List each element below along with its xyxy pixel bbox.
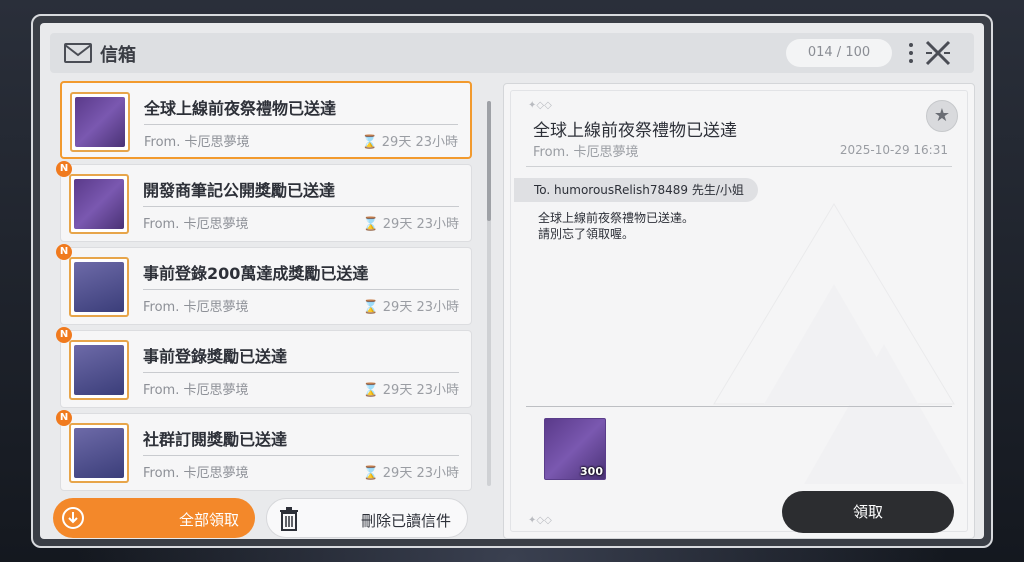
mail-thumbnail [69, 257, 129, 317]
supply-box-icon [74, 262, 124, 312]
mail-thumbnail [70, 92, 130, 152]
mail-expiry: ⌛ 29天 23小時 [362, 217, 459, 232]
mail-detail-title: 全球上線前夜祭禮物已送達 [533, 121, 737, 141]
mail-body-line: 全球上線前夜祭禮物已送達。 [538, 211, 695, 225]
supply-box-icon [74, 345, 124, 395]
mailbox-header: 信箱 014 / 100 [50, 33, 974, 73]
divider [526, 406, 952, 407]
scrollbar-thumb[interactable] [487, 101, 491, 221]
divider [526, 166, 952, 167]
mail-body: 全球上線前夜祭禮物已送達。 請別忘了領取喔。 [538, 210, 694, 242]
page-title: 信箱 [100, 45, 136, 66]
mail-thumbnail [69, 174, 129, 234]
mail-body-line: 請別忘了領取喔。 [538, 227, 635, 241]
mail-sender: From. 卡厄思夢境 [143, 466, 249, 481]
background-pattern [713, 203, 964, 484]
trash-icon [280, 507, 298, 531]
mail-count-badge: 014 / 100 [786, 39, 892, 67]
decoration: ✦◇◇ [528, 100, 552, 111]
close-icon[interactable] [924, 39, 952, 67]
mail-expiry-text: 29天 23小時 [382, 217, 459, 232]
mail-title: 開發商筆記公開獎勵已送達 [143, 181, 336, 200]
mail-expiry-text: 29天 23小時 [382, 300, 459, 315]
download-icon [62, 507, 84, 529]
divider [144, 124, 458, 125]
mail-list: 全球上線前夜祭禮物已送達 From. 卡厄思夢境 ⌛ 29天 23小時 N 開發… [55, 81, 473, 491]
decoration: ✦◇◇ [528, 515, 552, 526]
reward-quantity: 300 [580, 465, 603, 478]
mail-list-item[interactable]: N 開發商筆記公開獎勵已送達 From. 卡厄思夢境 ⌛ 29天 23小時 [56, 161, 472, 242]
mail-expiry: ⌛ 29天 23小時 [362, 383, 459, 398]
mail-expiry: ⌛ 29天 23小時 [362, 300, 459, 315]
mail-title: 社群訂閱獎勵已送達 [143, 430, 288, 449]
mail-thumbnail [69, 423, 129, 483]
delete-read-button[interactable]: 刪除已讀信件 [266, 498, 468, 538]
more-options-icon[interactable] [908, 41, 914, 65]
mail-thumbnail [69, 340, 129, 400]
mail-sender: From. 卡厄思夢境 [143, 383, 249, 398]
mail-list-item[interactable]: N 事前登錄200萬達成獎勵已送達 From. 卡厄思夢境 ⌛ 29天 23小時 [56, 244, 472, 325]
mail-expiry: ⌛ 29天 23小時 [361, 135, 458, 150]
mail-sender: From. 卡厄思夢境 [143, 217, 249, 232]
delete-read-label: 刪除已讀信件 [360, 512, 451, 530]
divider [143, 206, 459, 207]
mail-detail-sender: From. 卡厄思夢境 [533, 145, 639, 160]
supply-box-icon [74, 428, 124, 478]
mail-detail: ✦◇◇ 全球上線前夜祭禮物已送達 From. 卡厄思夢境 2025-10-29 … [503, 83, 975, 539]
divider [143, 289, 459, 290]
mailbox-window: 信箱 014 / 100 全球上線前夜祭禮物已送達 From. 卡厄思夢境 ⌛ … [31, 14, 993, 548]
mail-list-item[interactable]: N 社群訂閱獎勵已送達 From. 卡厄思夢境 ⌛ 29天 23小時 [56, 410, 472, 491]
claim-all-button[interactable]: 全部領取 [53, 498, 255, 538]
mail-sender: From. 卡厄思夢境 [144, 135, 250, 150]
divider [143, 372, 459, 373]
recipient-label: To. humorousRelish78489 先生/小姐 [514, 178, 758, 202]
mailbox-panel: 信箱 014 / 100 全球上線前夜祭禮物已送達 From. 卡厄思夢境 ⌛ … [40, 23, 984, 539]
mail-list-item[interactable]: N 事前登錄獎勵已送達 From. 卡厄思夢境 ⌛ 29天 23小時 [56, 327, 472, 408]
crystal-icon [74, 179, 124, 229]
mail-expiry-text: 29天 23小時 [382, 466, 459, 481]
mail-list-scrollbar[interactable] [487, 101, 491, 486]
mail-list-item[interactable]: 全球上線前夜祭禮物已送達 From. 卡厄思夢境 ⌛ 29天 23小時 [60, 81, 472, 159]
mail-detail-date: 2025-10-29 16:31 [839, 143, 948, 157]
mail-title: 事前登錄200萬達成獎勵已送達 [143, 264, 369, 283]
favorite-star-icon[interactable]: ★ [926, 100, 958, 132]
mail-expiry-text: 29天 23小時 [381, 135, 458, 150]
divider [143, 455, 459, 456]
mail-title: 事前登錄獎勵已送達 [143, 347, 288, 366]
claim-all-label: 全部領取 [178, 511, 239, 529]
claim-button[interactable]: 領取 [782, 491, 954, 533]
mail-title: 全球上線前夜祭禮物已送達 [144, 99, 337, 118]
mail-expiry: ⌛ 29天 23小時 [362, 466, 459, 481]
reward-item[interactable]: 300 [544, 418, 606, 480]
mail-icon [64, 43, 92, 63]
crystal-icon [75, 97, 125, 147]
mail-expiry-text: 29天 23小時 [382, 383, 459, 398]
mail-sender: From. 卡厄思夢境 [143, 300, 249, 315]
